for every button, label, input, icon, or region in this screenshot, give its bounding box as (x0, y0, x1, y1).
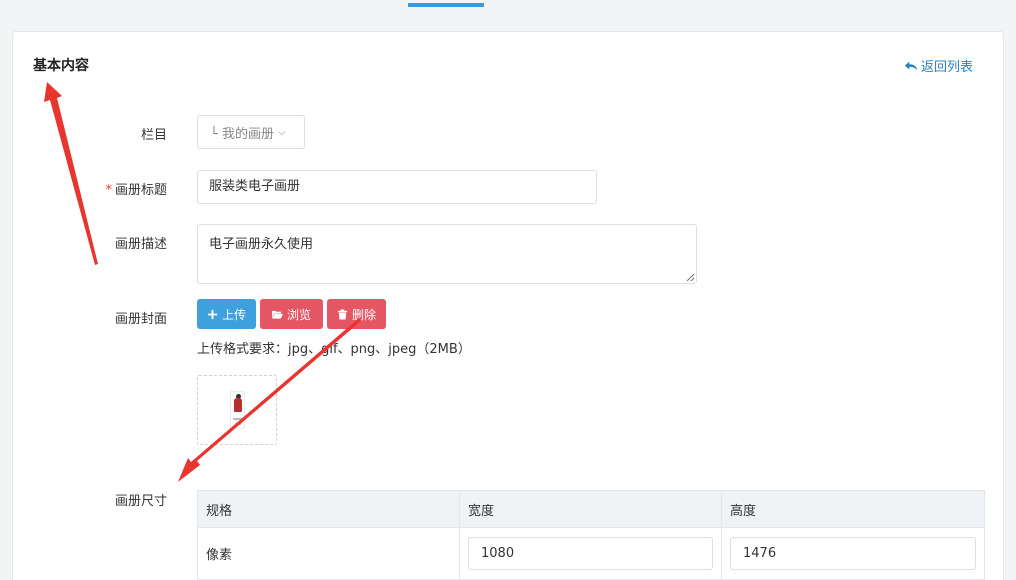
cover-thumbnail[interactable] (197, 375, 277, 445)
column-select-value: └ 我的画册 (210, 126, 274, 142)
height-cell (721, 527, 985, 580)
trash-icon (337, 308, 348, 320)
back-link-label: 返回列表 (920, 60, 973, 75)
album-cover-label: 画册封面 (114, 312, 167, 327)
chevron-down-icon: ⌵ (277, 126, 286, 138)
album-title-label-text: 画册标题 (114, 183, 167, 198)
plus-icon (207, 309, 218, 319)
active-tab-indicator (408, 3, 484, 7)
reply-icon (904, 61, 918, 70)
album-title-label: * 画册标题 (13, 179, 167, 198)
spec-cell: 像素 (197, 527, 460, 580)
column-select[interactable]: └ 我的画册 ⌵ (197, 115, 305, 149)
card-title: 基本内容 (33, 58, 89, 74)
album-size-label: 画册尺寸 (114, 494, 167, 509)
header-spec: 规格 (197, 490, 460, 528)
height-input[interactable] (730, 537, 976, 570)
browse-button-label: 浏览 (286, 307, 311, 322)
table-row: 像素 (197, 527, 985, 580)
album-title-input[interactable]: 服装类电子画册 (197, 170, 597, 204)
width-input[interactable] (468, 537, 713, 570)
upload-button-label: 上传 (221, 307, 246, 322)
cover-image (229, 391, 245, 429)
header-width: 宽度 (459, 490, 722, 528)
size-table: 规格 宽度 高度 像素 (197, 490, 985, 580)
basic-content-card: 基本内容 返回列表 栏目 └ 我的画册 ⌵ * 画册标题 服装类电子画册 画册描述… (12, 31, 1004, 580)
album-desc-textarea[interactable]: 电子画册永久使用 (197, 224, 697, 284)
back-to-list-link[interactable]: 返回列表 (904, 56, 973, 75)
browse-button[interactable]: 浏览 (260, 299, 323, 329)
album-desc-value: 电子画册永久使用 (209, 237, 314, 252)
folder-open-icon (271, 310, 283, 319)
album-desc-label: 画册描述 (114, 237, 167, 252)
table-header-row: 规格 宽度 高度 (197, 490, 985, 528)
delete-button-label: 删除 (351, 307, 376, 322)
upload-format-hint: 上传格式要求：jpg、gif、png、jpeg（2MB） (197, 342, 471, 357)
column-label: 栏目 (140, 128, 167, 143)
delete-button[interactable]: 删除 (327, 299, 386, 329)
upload-button[interactable]: 上传 (197, 299, 256, 329)
width-cell (459, 527, 722, 580)
required-mark: * (105, 183, 112, 198)
header-height: 高度 (721, 490, 985, 528)
resize-handle[interactable] (687, 274, 694, 281)
